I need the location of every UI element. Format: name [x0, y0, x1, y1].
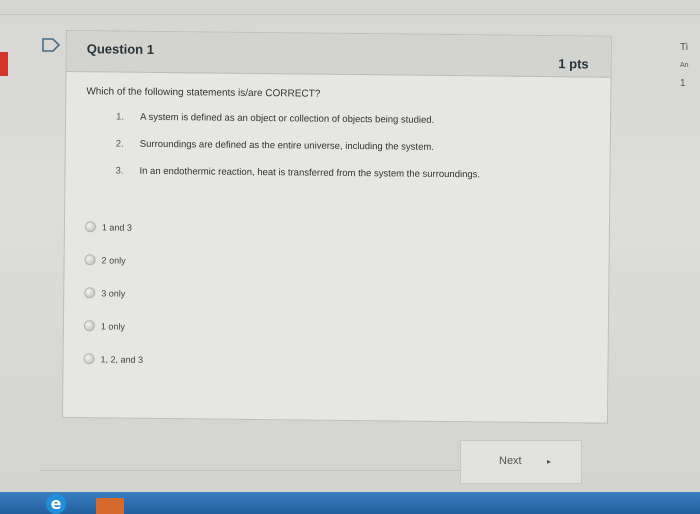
sidebar-red-marker [0, 52, 8, 76]
next-button[interactable]: Next [499, 455, 522, 467]
statement-number: 2. [115, 138, 124, 150]
side-text-2: An [680, 62, 689, 69]
office-icon[interactable] [96, 498, 124, 514]
flag-icon[interactable] [42, 38, 60, 52]
radio-button[interactable] [84, 254, 96, 266]
side-text-3: 1 [680, 78, 686, 89]
side-panel-info: Ti An 1 [680, 42, 700, 98]
top-divider [0, 14, 700, 15]
radio-button[interactable] [83, 353, 95, 365]
question-title: Question 1 [86, 41, 155, 57]
page-background: Question 1 1 pts Which of the following … [0, 0, 700, 514]
answer-option[interactable]: 3 only [84, 276, 588, 314]
side-text-1: Ti [680, 42, 688, 53]
answer-option[interactable]: 1 and 3 [84, 210, 589, 248]
radio-button[interactable] [83, 320, 95, 332]
question-text: Which of the following statements is/are… [86, 86, 321, 100]
answer-label: 1 and 3 [101, 221, 133, 233]
bottom-divider [40, 470, 460, 471]
statement-list: 1. A system is defined as an object or c… [85, 111, 590, 197]
ie-icon[interactable]: e [46, 494, 66, 514]
question-header: Question 1 1 pts [66, 31, 611, 78]
answer-options: 1 and 3 2 only 3 only 1 only 1, 2, and 3 [83, 210, 589, 380]
statement-number: 1. [116, 111, 125, 123]
question-body: Which of the following statements is/are… [63, 72, 610, 381]
statement-number: 3. [115, 165, 124, 177]
answer-label: 2 only [101, 254, 126, 266]
statement-item: 3. In an endothermic reaction, heat is t… [115, 166, 589, 198]
question-card: Question 1 1 pts Which of the following … [61, 30, 612, 424]
question-points: 1 pts [558, 56, 589, 72]
answer-option[interactable]: 1, 2, and 3 [83, 342, 587, 380]
radio-button[interactable] [84, 221, 96, 233]
radio-button[interactable] [84, 287, 96, 299]
next-arrow-icon[interactable]: ▸ [547, 457, 551, 466]
answer-option[interactable]: 1 only [83, 309, 588, 347]
next-container: Next ▸ [460, 440, 582, 484]
answer-label: 1 only [100, 320, 125, 332]
answer-label: 3 only [101, 287, 126, 299]
statement-text: In an endothermic reaction, heat is tran… [139, 165, 481, 181]
answer-option[interactable]: 2 only [84, 243, 588, 281]
answer-label: 1, 2, and 3 [100, 353, 144, 365]
statement-text: A system is defined as an object or coll… [140, 111, 435, 126]
statement-text: Surroundings are defined as the entire u… [139, 138, 435, 153]
